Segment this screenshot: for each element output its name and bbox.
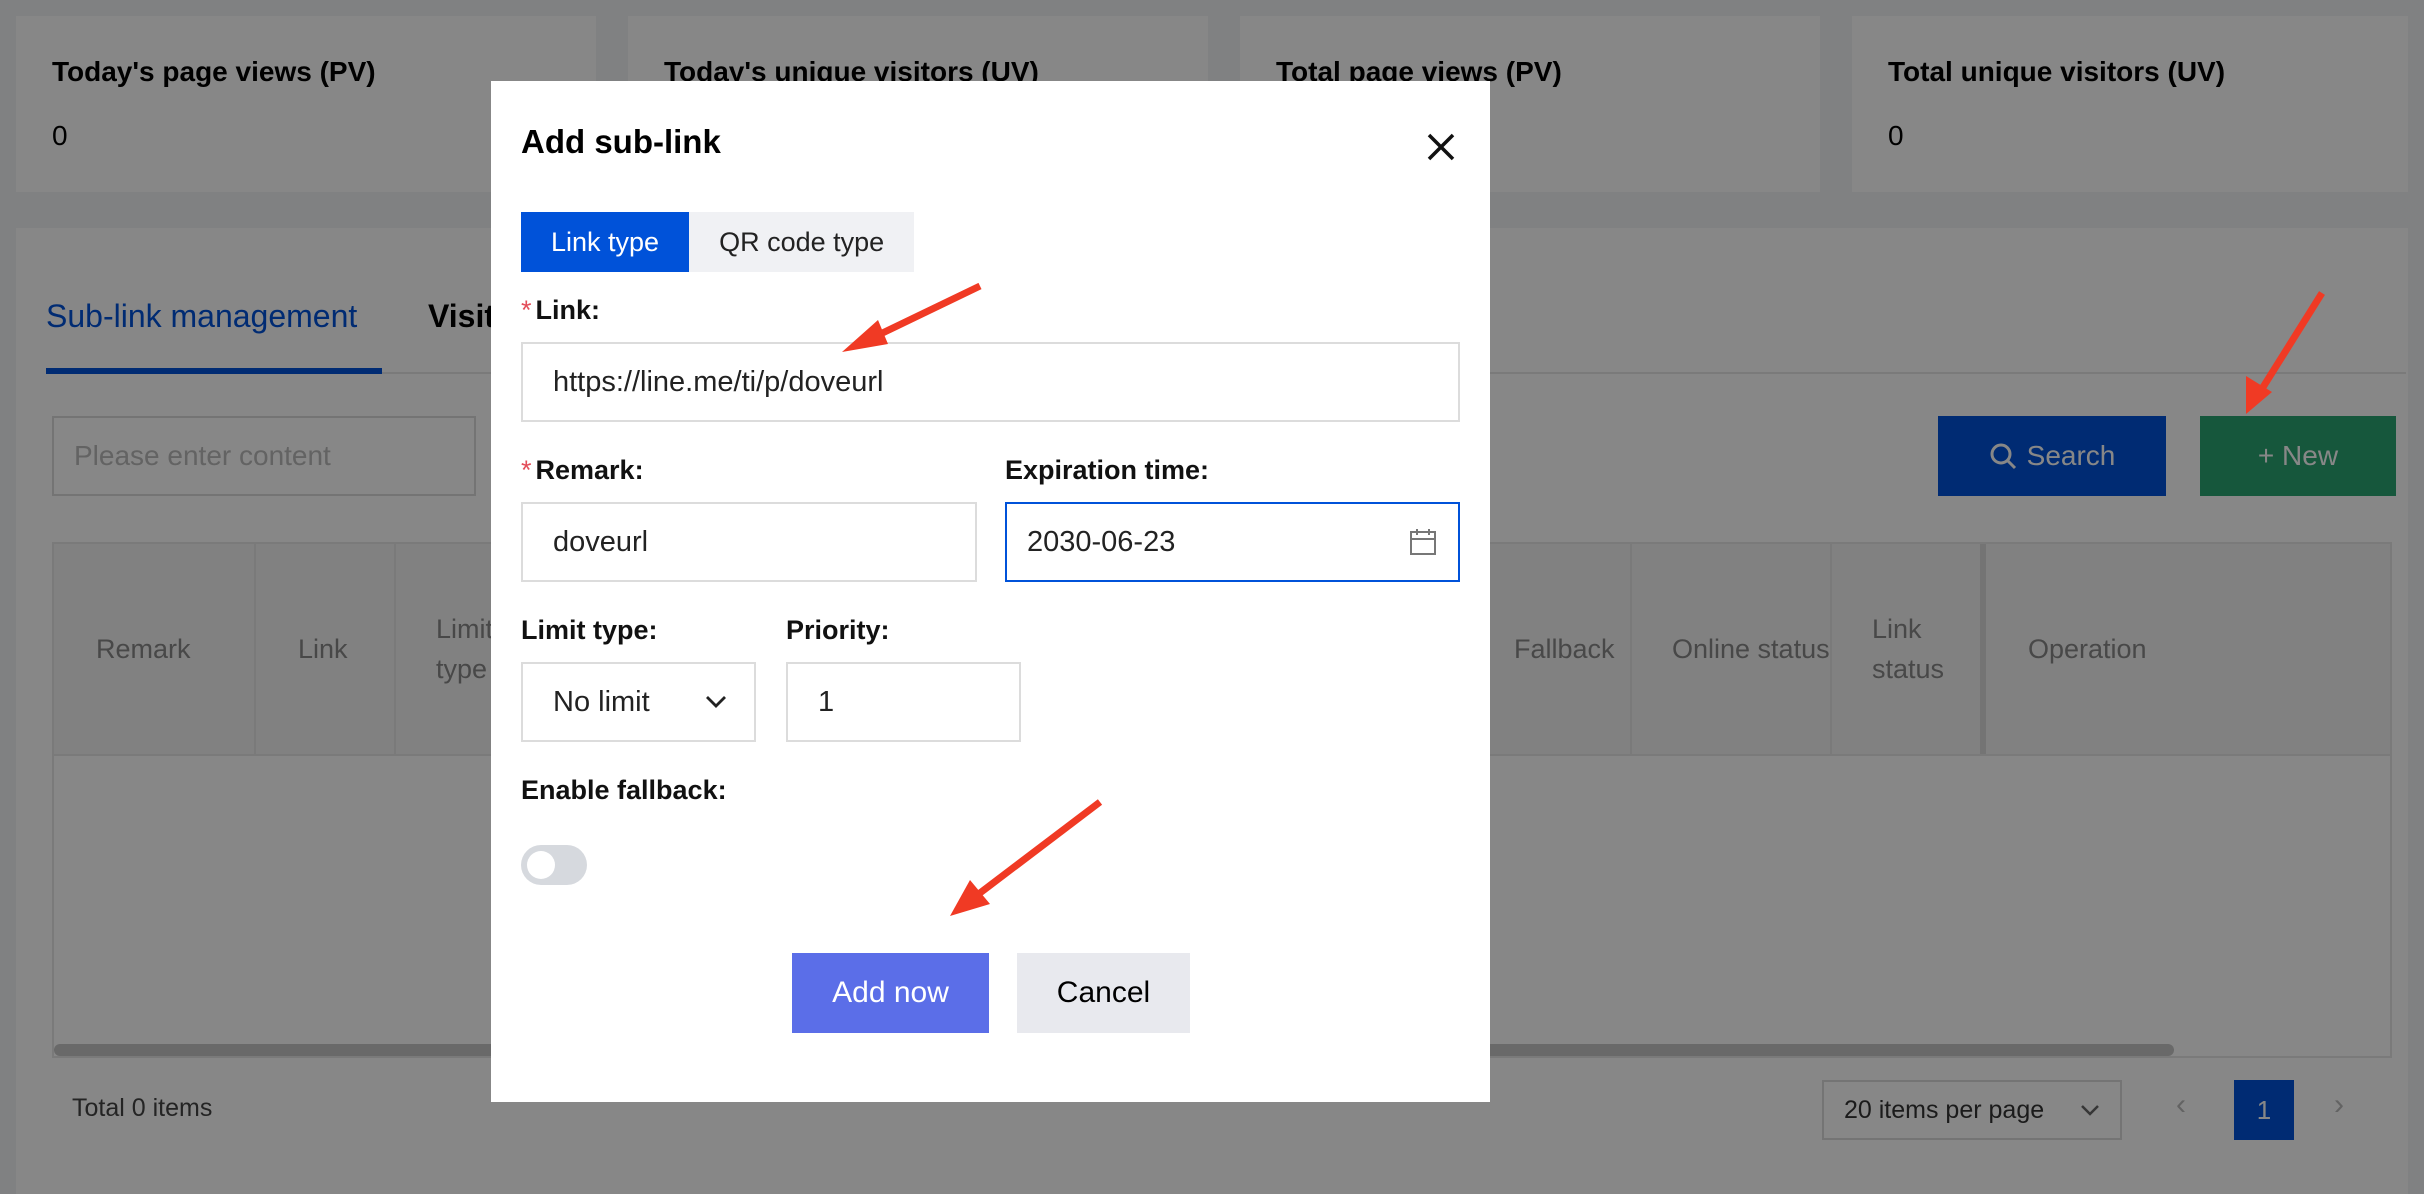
dialog-title: Add sub-link (521, 123, 721, 160)
add-now-button[interactable]: Add now (792, 953, 989, 1033)
required-asterisk: * (521, 295, 532, 325)
priority-input[interactable]: 1 (786, 662, 1021, 742)
priority-label: Priority: (786, 615, 890, 645)
expiration-label: Expiration time: (1005, 455, 1210, 485)
remark-label-text: Remark: (535, 455, 644, 485)
chevron-down-icon (706, 696, 726, 708)
limit-type-value: No limit (553, 685, 650, 718)
close-icon[interactable] (1421, 127, 1461, 167)
calendar-icon[interactable] (1408, 527, 1438, 557)
expiration-date-picker[interactable]: 2030-06-23 (1005, 502, 1460, 582)
add-sub-link-dialog: Add sub-link Link type QR code type * Lin… (491, 81, 1490, 1102)
tab-qr-code-type[interactable]: QR code type (689, 212, 915, 272)
expiration-date-value: 2030-06-23 (1027, 525, 1176, 558)
remark-input[interactable]: doveurl (521, 502, 977, 582)
tab-link-type[interactable]: Link type (521, 212, 690, 272)
toggle-knob (527, 851, 555, 879)
link-label: * Link: (521, 295, 600, 326)
fallback-label: Enable fallback: (521, 775, 727, 805)
limit-type-label: Limit type: (521, 615, 658, 645)
link-label-text: Link: (535, 295, 601, 325)
link-input[interactable]: https://line.me/ti/p/doveurl (521, 342, 1460, 422)
limit-type-select[interactable]: No limit (521, 662, 756, 742)
remark-label: * Remark: (521, 455, 644, 486)
link-type-switch: Link type QR code type (521, 212, 915, 272)
cancel-button[interactable]: Cancel (1017, 953, 1190, 1033)
required-asterisk: * (521, 455, 532, 485)
fallback-toggle[interactable] (521, 845, 587, 885)
